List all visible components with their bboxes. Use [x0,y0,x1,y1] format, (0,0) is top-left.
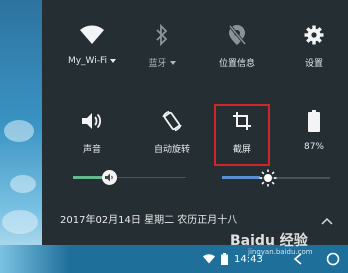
chevron-down-icon[interactable] [110,59,117,63]
volume-slider-thumb[interactable] [102,170,117,185]
quick-settings-row-1: My_Wi-Fi 蓝牙 位置信息 设置 [42,18,348,78]
tile-location-label: 位置信息 [218,59,255,69]
tile-auto-rotate-label: 自动旋转 [153,145,190,155]
baidu-watermark: Baidu 经验 [230,233,308,249]
location-icon [224,22,250,48]
tile-sound[interactable]: 声音 [54,104,130,168]
cloud-shape [4,120,34,142]
quick-settings-panel: My_Wi-Fi 蓝牙 位置信息 设置 声音 自动旋转 截屏 87% [42,0,348,245]
tile-bluetooth-label: 蓝牙 [148,59,167,69]
cloud-shape [10,175,36,193]
bluetooth-icon [149,22,175,48]
speaker-icon [105,173,113,182]
tile-settings[interactable]: 设置 [276,18,348,82]
tile-battery-label: 87% [303,142,324,152]
battery-status-icon [221,245,228,273]
chevron-down-icon[interactable] [169,60,176,65]
chevron-up-icon[interactable] [320,211,334,225]
rotate-icon [159,108,185,134]
battery-icon [301,108,327,134]
tile-wifi-label: My_Wi-Fi [67,56,108,66]
tile-wifi[interactable]: My_Wi-Fi [54,18,130,82]
screenshot-highlight-box [214,104,270,166]
tile-battery[interactable]: 87% [276,104,348,168]
brightness-slider-fill [222,176,260,179]
baidu-watermark-url: jingyan.baidu.com [248,248,313,256]
speaker-icon [79,108,105,134]
tile-auto-rotate[interactable]: 自动旋转 [134,104,210,168]
volume-slider-track[interactable] [106,177,186,178]
desktop-background [0,0,42,273]
brightness-sun-icon[interactable] [259,169,277,187]
tile-location[interactable]: 位置信息 [199,18,275,82]
cloud-shape [2,210,38,234]
tile-sound-label: 声音 [82,145,101,155]
wifi-icon [79,22,105,48]
wifi-status-icon [203,245,215,273]
date-text: 2017年02月14日 星期二 农历正月十八 [60,215,238,226]
tile-settings-label: 设置 [304,59,323,69]
gear-icon [301,22,327,48]
tile-bluetooth[interactable]: 蓝牙 [124,18,200,82]
home-icon[interactable] [326,245,340,273]
quick-settings-row-2: 声音 自动旋转 截屏 87% [42,104,348,164]
